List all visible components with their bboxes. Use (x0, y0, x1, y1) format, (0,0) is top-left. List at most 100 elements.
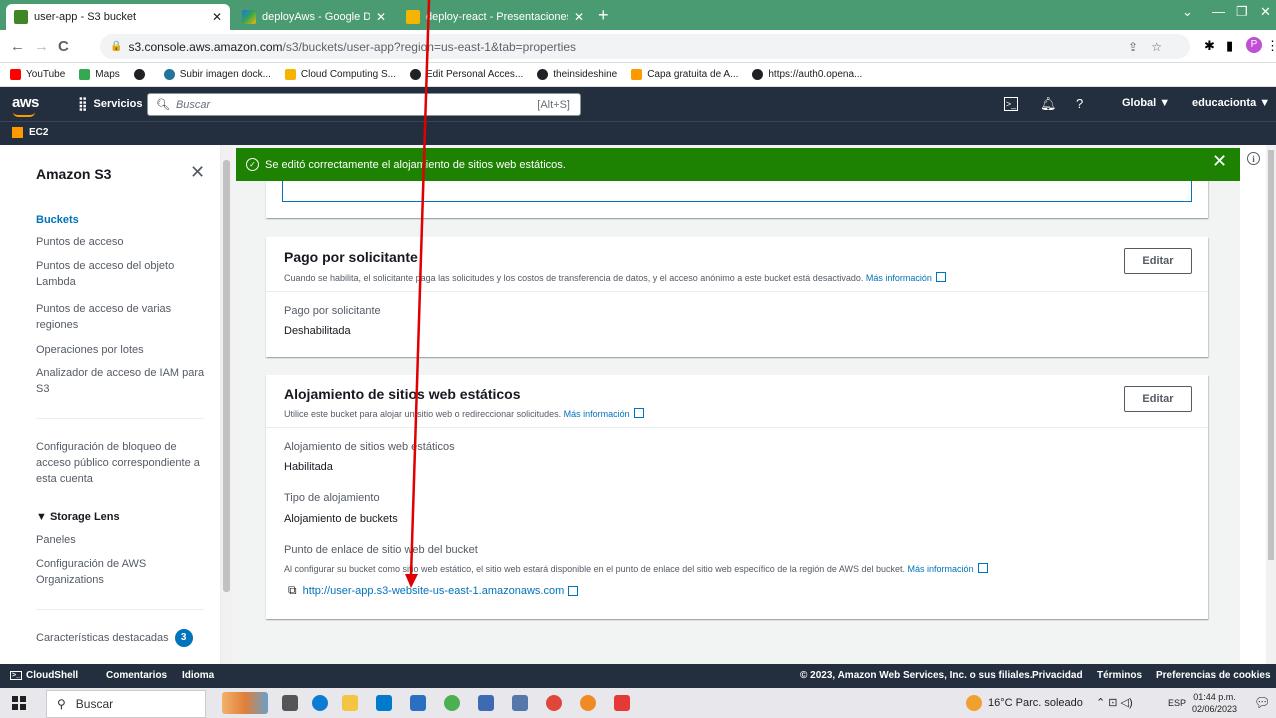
notifications-bell-icon[interactable]: 🔔︎ (1040, 96, 1057, 112)
static-hosting-card: Alojamiento de sitios web estáticos Util… (266, 375, 1208, 619)
minimize-icon[interactable]: — (1212, 4, 1225, 19)
browser-tab-drive[interactable]: deployAws - Google Drive ✕ (234, 4, 394, 30)
search-placeholder: Buscar (175, 98, 211, 111)
chrome-profile-icon[interactable] (546, 695, 562, 711)
weather-text[interactable]: 16°C Parc. soleado (988, 697, 1083, 709)
region-selector[interactable]: Global ▼ (1122, 97, 1170, 109)
profile-avatar[interactable]: P (1246, 37, 1262, 53)
wordpress-icon (163, 69, 175, 80)
sidebar-item-block-public-access[interactable]: Configuración de bloqueo de acceso públi… (36, 439, 206, 487)
windows-start-icon[interactable] (12, 696, 26, 710)
close-flash-icon[interactable]: ✕ (1212, 151, 1227, 172)
edit-requester-pays-button[interactable]: Editar (1124, 248, 1192, 274)
sidebar-item-multi-region[interactable]: Puntos de acceso de varias regiones (36, 301, 206, 333)
system-tray-icons[interactable]: ⌃ ⊡ ◁) (1096, 696, 1133, 709)
requester-pays-value: Deshabilitada (284, 325, 351, 337)
account-menu[interactable]: educacionta ▼ (1192, 97, 1270, 109)
reload-icon[interactable]: C (58, 38, 69, 55)
sidebar-section-storage-lens[interactable]: ▼ Storage Lens (36, 509, 206, 525)
bookmark-edit-personal[interactable]: Edit Personal Acces... (409, 69, 524, 80)
cloudshell-icon[interactable]: >_ (1004, 97, 1018, 111)
cloudshell-button[interactable]: >_ CloudShell (10, 670, 78, 681)
terms-link[interactable]: Términos (1097, 670, 1142, 681)
browser-menu-icon[interactable]: ⋮ (1266, 38, 1276, 54)
main-scrollbar-thumb[interactable] (1268, 150, 1274, 560)
aws-logo[interactable]: aws (12, 94, 39, 117)
services-menu[interactable]: ⣿ Servicios (78, 96, 142, 112)
bookmark-star-icon[interactable]: ☆ (1151, 40, 1162, 54)
browser-tab-s3[interactable]: user-app - S3 bucket ✕ (6, 4, 230, 30)
github-icon (409, 69, 421, 80)
url-input[interactable]: 🔒 s3.console.aws.amazon.com/s3/buckets/u… (100, 34, 1190, 59)
close-tab-icon[interactable]: ✕ (574, 10, 584, 24)
aws-search-input[interactable]: 🔍︎ Buscar [Alt+S] (147, 93, 581, 116)
sidebar-item-iam-analyzer[interactable]: Analizador de acceso de IAM para S3 (36, 365, 206, 397)
postman-icon[interactable] (580, 695, 596, 711)
sidebar-item-dashboards[interactable]: Paneles (36, 532, 206, 548)
forward-icon[interactable]: → (34, 38, 49, 55)
sidebar-scrollbar-thumb[interactable] (223, 160, 230, 592)
sidebar-item-batch-ops[interactable]: Operaciones por lotes (36, 342, 206, 358)
bookmark-theinsideshine[interactable]: theinsideshine (537, 69, 617, 80)
back-icon[interactable]: ← (10, 38, 25, 55)
url-path: /s3/buckets/user-app?region=us-east-1&ta… (282, 39, 577, 54)
edit-static-hosting-button[interactable]: Editar (1124, 386, 1192, 412)
chrome-icon[interactable] (444, 695, 460, 711)
app-icon[interactable] (614, 695, 630, 711)
app-icon[interactable] (512, 695, 528, 711)
clock[interactable]: 01:44 p.m. 02/06/2023 (1192, 691, 1237, 715)
bookmark-cloud-computing[interactable]: Cloud Computing S... (284, 69, 396, 80)
more-info-link[interactable]: Más información (908, 564, 974, 574)
bookmark-subir-imagen[interactable]: Subir imagen dock... (163, 69, 271, 80)
app-icon[interactable] (410, 695, 426, 711)
task-view-icon[interactable] (282, 695, 298, 711)
divider (266, 291, 1208, 292)
bookmark-label: Edit Personal Acces... (425, 69, 524, 80)
aws-footer: >_ CloudShell Comentarios Idioma © 2023,… (0, 664, 1276, 688)
close-window-icon[interactable]: ✕ (1260, 4, 1271, 20)
extensions-icon[interactable]: ✱ (1204, 38, 1215, 54)
new-tab-button[interactable]: + (598, 5, 609, 25)
bookmark-youtube[interactable]: YouTube (10, 69, 65, 80)
help-icon[interactable]: ? (1076, 96, 1083, 111)
taskbar-search-input[interactable]: ⚲ Buscar (46, 690, 206, 718)
edge-icon[interactable] (312, 695, 328, 711)
bookmark-globe[interactable] (133, 69, 150, 80)
sidebar-item-featured[interactable]: Características destacadas 3 (36, 629, 206, 647)
weather-widget-icon[interactable] (222, 692, 268, 714)
notifications-icon[interactable]: 💬︎ (1254, 695, 1271, 711)
vscode-icon[interactable] (376, 695, 392, 711)
sidebar-item-aws-organizations[interactable]: Configuración de AWS Organizations (36, 556, 176, 588)
bookmark-capa-gratuita[interactable]: Capa gratuita de A... (631, 69, 738, 80)
clock-time: 01:44 p.m. (1193, 692, 1236, 702)
share-icon[interactable]: ⇪ (1128, 40, 1138, 54)
sidebar-item-buckets[interactable]: Buckets (36, 212, 206, 228)
more-info-link[interactable]: Más información (564, 409, 630, 419)
info-icon[interactable]: i (1247, 152, 1260, 165)
bookmark-auth0[interactable]: https://auth0.opena... (752, 69, 862, 80)
language-link[interactable]: Idioma (182, 670, 214, 681)
sidebar-item-access-points[interactable]: Puntos de acceso (36, 234, 206, 250)
bookmark-maps[interactable]: Maps (79, 69, 120, 80)
browser-tab-slides[interactable]: deploy-react - Presentaciones de ✕ (398, 4, 592, 30)
tab-search-icon[interactable]: ⌄ (1182, 4, 1193, 20)
sidebar-item-lambda-access-points[interactable]: Puntos de acceso del objeto Lambda (36, 258, 206, 290)
feedback-link[interactable]: Comentarios (106, 670, 167, 681)
copy-icon[interactable]: ⧉ (288, 583, 297, 598)
privacy-link[interactable]: Privacidad (1032, 670, 1083, 681)
favorite-ec2[interactable]: EC2 (12, 127, 48, 138)
close-tab-icon[interactable]: ✕ (212, 10, 222, 24)
close-sidebar-icon[interactable]: ✕ (190, 162, 205, 183)
google-slides-icon (406, 10, 420, 24)
app-icon[interactable] (478, 695, 494, 711)
globe-icon (133, 69, 145, 80)
language-indicator[interactable]: ESP (1168, 698, 1186, 708)
file-explorer-icon[interactable] (342, 695, 358, 711)
close-tab-icon[interactable]: ✕ (376, 10, 386, 24)
side-panel-icon[interactable]: ▮ (1226, 38, 1233, 54)
endpoint-url-link[interactable]: http://user-app.s3-website-us-east-1.ama… (303, 585, 565, 597)
more-info-link[interactable]: Más información (866, 273, 932, 283)
cookie-preferences-link[interactable]: Preferencias de cookies (1156, 670, 1271, 681)
maximize-icon[interactable]: ❐ (1236, 4, 1248, 20)
github-icon (537, 69, 549, 80)
